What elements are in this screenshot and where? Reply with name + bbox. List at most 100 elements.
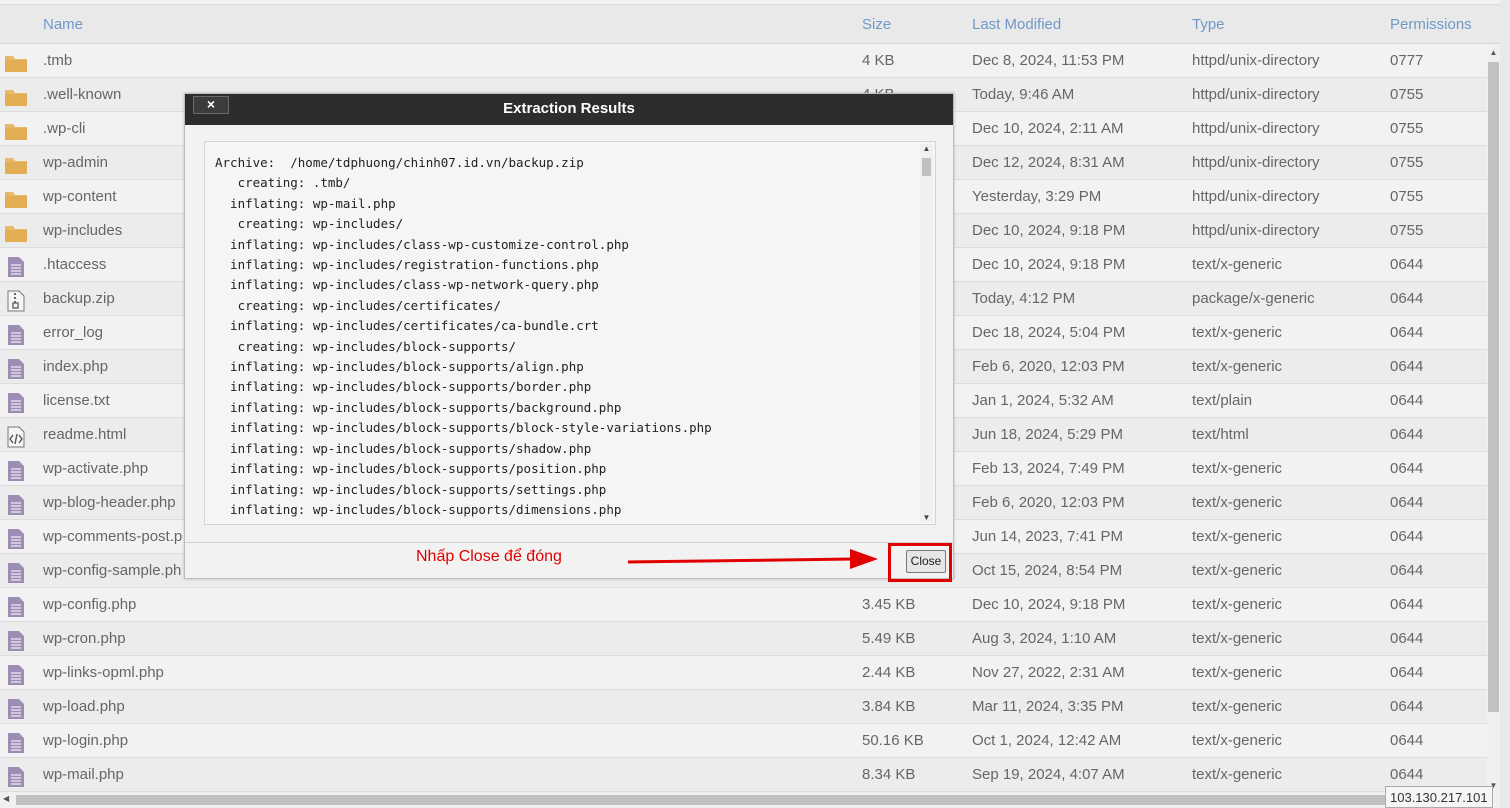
log-line: inflating: wp-includes/registration-func… [215, 257, 599, 273]
folder-icon [4, 120, 28, 142]
log-line: inflating: wp-includes/block-supports/al… [215, 359, 584, 375]
file-name: index.php [43, 358, 109, 375]
file-permissions: 0644 [1390, 290, 1424, 307]
file-modified: Yesterday, 3:29 PM [972, 188, 1102, 205]
file-modified: Dec 10, 2024, 9:18 PM [972, 256, 1126, 273]
table-row[interactable]: wp-links-opml.php 2.44 KB Nov 27, 2022, 2:… [0, 656, 1500, 690]
text-file-icon [4, 256, 28, 278]
file-type: text/html [1192, 426, 1249, 443]
log-line: inflating: wp-includes/block-supports/ba… [215, 399, 622, 415]
file-size: 4 KB [862, 52, 895, 69]
file-size: 5.49 KB [862, 630, 916, 647]
scroll-thumb-horizontal[interactable] [16, 795, 1386, 805]
extraction-log-box[interactable]: Archive: /home/tdphuong/chinh07.id.vn/ba… [204, 141, 936, 525]
file-permissions: 0755 [1390, 154, 1424, 171]
horizontal-scrollbar[interactable]: ◀ [0, 792, 1500, 808]
column-header-modified[interactable]: Last Modified [972, 16, 1061, 33]
text-file-icon [4, 392, 28, 414]
file-name: license.txt [43, 392, 110, 409]
log-line: inflating: wp-includes/block-supports/sp… [215, 520, 915, 524]
table-row[interactable]: wp-load.php 3.84 KB Mar 11, 2024, 3:35 PM t… [0, 690, 1500, 724]
file-modified: Sep 19, 2024, 4:07 AM [972, 766, 1125, 783]
file-permissions: 0644 [1390, 596, 1424, 613]
annotation-text: Nhấp Close để đóng [416, 548, 562, 565]
extraction-results-dialog: Extraction Results × Archive: /home/tdph… [184, 93, 954, 579]
file-name: error_log [43, 324, 104, 341]
file-name: wp-blog-header.php [43, 494, 176, 511]
file-permissions: 0644 [1390, 528, 1424, 545]
folder-icon [4, 188, 28, 210]
file-type: text/x-generic [1192, 358, 1283, 375]
file-name: wp-cron.php [43, 630, 126, 647]
file-permissions: 0644 [1390, 494, 1424, 511]
zip-file-icon [4, 290, 28, 312]
file-size: 2.44 KB [862, 664, 916, 681]
log-scroll-down-icon[interactable]: ▼ [920, 513, 933, 522]
file-type: text/x-generic [1192, 460, 1283, 477]
file-modified: Dec 18, 2024, 5:04 PM [972, 324, 1126, 341]
text-file-icon [4, 324, 28, 346]
log-line: inflating: wp-includes/block-supports/di… [215, 501, 622, 517]
file-modified: Jun 14, 2023, 7:41 PM [972, 528, 1123, 545]
file-modified: Dec 10, 2024, 2:11 AM [972, 120, 1124, 137]
vertical-scrollbar[interactable]: ▲ ▼ [1487, 44, 1500, 792]
file-type: text/x-generic [1192, 562, 1283, 579]
text-file-icon [4, 494, 28, 516]
file-permissions: 0644 [1390, 664, 1424, 681]
file-type: httpd/unix-directory [1192, 86, 1320, 103]
log-line: inflating: wp-includes/block-supports/po… [215, 461, 607, 477]
file-modified: Today, 9:46 AM [972, 86, 1075, 103]
log-line: inflating: wp-mail.php [215, 195, 396, 211]
close-button[interactable]: Close [906, 550, 946, 573]
file-type: text/plain [1192, 392, 1253, 409]
file-permissions: 0644 [1390, 324, 1424, 341]
file-size: 8.34 KB [862, 766, 916, 783]
scroll-left-icon[interactable]: ◀ [3, 794, 9, 803]
table-row[interactable]: wp-cron.php 5.49 KB Aug 3, 2024, 1:10 AM te… [0, 622, 1500, 656]
log-line: inflating: wp-includes/block-supports/sh… [215, 440, 592, 456]
log-scroll-thumb[interactable] [922, 158, 931, 176]
file-size: 3.84 KB [862, 698, 916, 715]
text-file-icon [4, 664, 28, 686]
column-header-size[interactable]: Size [862, 16, 891, 33]
dialog-footer-divider [185, 542, 953, 543]
folder-icon [4, 86, 28, 108]
column-header-name[interactable]: Name [43, 16, 83, 33]
file-size: 3.45 KB [862, 596, 916, 613]
scroll-up-icon[interactable]: ▲ [1487, 48, 1500, 57]
text-file-icon [4, 630, 28, 652]
log-line: creating: .tmb/ [215, 175, 351, 191]
file-type: text/x-generic [1192, 528, 1283, 545]
scroll-thumb[interactable] [1488, 62, 1499, 712]
dialog-title: Extraction Results [185, 94, 953, 125]
table-row[interactable]: wp-config.php 3.45 KB Dec 10, 2024, 9:18 P… [0, 588, 1500, 622]
file-permissions: 0755 [1390, 188, 1424, 205]
folder-icon [4, 154, 28, 176]
text-file-icon [4, 358, 28, 380]
file-permissions: 0777 [1390, 52, 1424, 69]
column-header-type[interactable]: Type [1192, 16, 1225, 33]
file-name: backup.zip [43, 290, 115, 307]
log-line: Archive: /home/tdphuong/chinh07.id.vn/ba… [215, 155, 584, 170]
file-permissions: 0755 [1390, 222, 1424, 239]
file-type: text/x-generic [1192, 664, 1283, 681]
file-permissions: 0755 [1390, 86, 1424, 103]
file-type: httpd/unix-directory [1192, 222, 1320, 239]
file-modified: Dec 8, 2024, 11:53 PM [972, 52, 1125, 69]
file-type: text/x-generic [1192, 732, 1283, 749]
table-row[interactable]: wp-login.php 50.16 KB Oct 1, 2024, 12:42 A… [0, 724, 1500, 758]
table-row[interactable]: wp-mail.php 8.34 KB Sep 19, 2024, 4:07 AM t… [0, 758, 1500, 792]
file-permissions: 0644 [1390, 732, 1424, 749]
file-modified: Oct 1, 2024, 12:42 AM [972, 732, 1122, 749]
table-row[interactable]: .tmb 4 KB Dec 8, 2024, 11:53 PM httpd/unix-… [0, 44, 1500, 78]
column-header-permissions[interactable]: Permissions [1390, 16, 1472, 33]
log-line: inflating: wp-includes/block-supports/se… [215, 481, 607, 497]
log-scroll-up-icon[interactable]: ▲ [920, 144, 933, 153]
file-modified: Dec 10, 2024, 9:18 PM [972, 222, 1126, 239]
log-line: creating: wp-includes/ [215, 216, 404, 232]
log-scrollbar[interactable]: ▲ ▼ [920, 144, 933, 522]
file-modified: Nov 27, 2022, 2:31 AM [972, 664, 1125, 681]
close-icon[interactable]: × [193, 96, 229, 114]
extraction-log: Archive: /home/tdphuong/chinh07.id.vn/ba… [215, 153, 915, 524]
html-file-icon [4, 426, 28, 448]
